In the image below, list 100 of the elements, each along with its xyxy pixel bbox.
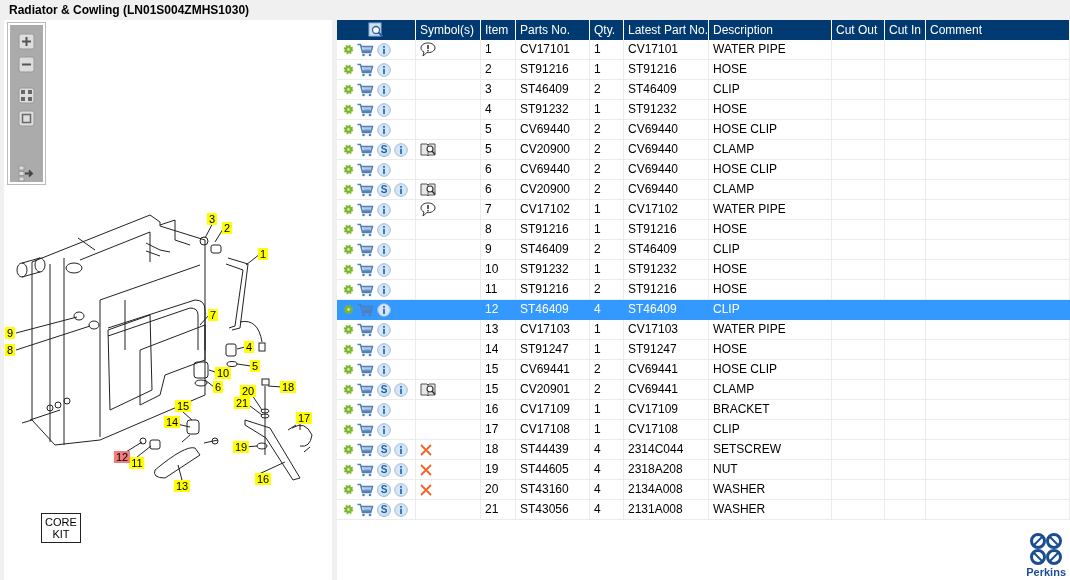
supersession-button[interactable]: S (377, 382, 391, 397)
callout-label[interactable]: 10 (214, 367, 232, 379)
callout-label[interactable]: 20 (239, 385, 257, 397)
gear-icon[interactable] (343, 224, 354, 235)
gear-icon[interactable] (343, 44, 354, 55)
info-icon[interactable] (377, 42, 391, 57)
cart-icon[interactable] (357, 282, 374, 297)
gear-icon[interactable] (343, 424, 354, 435)
table-row[interactable]: 13 CV17103 1 CV17103 WATER PIPE (337, 320, 1070, 340)
table-row[interactable]: 8 ST91216 1 ST91216 HOSE (337, 220, 1070, 240)
info-icon[interactable] (394, 182, 408, 197)
gear-icon[interactable] (343, 64, 354, 75)
callout-label[interactable]: 21 (233, 397, 251, 409)
cart-icon[interactable] (357, 402, 374, 417)
cart-icon[interactable] (357, 122, 374, 137)
cart-icon[interactable] (357, 182, 374, 197)
column-header[interactable]: Item (481, 20, 516, 40)
callout-label[interactable]: 13 (173, 480, 191, 492)
search-icon[interactable] (368, 22, 384, 38)
actual-size-button[interactable] (18, 110, 35, 128)
info-icon[interactable] (377, 342, 391, 357)
cart-icon[interactable] (357, 462, 374, 477)
column-header[interactable]: Parts No. (516, 20, 590, 40)
info-icon[interactable] (377, 322, 391, 337)
info-icon[interactable] (394, 142, 408, 157)
fit-view-button[interactable] (18, 87, 35, 105)
callout-label[interactable]: 9 (4, 327, 16, 339)
cart-icon[interactable] (357, 502, 374, 517)
column-header[interactable]: Cut Out (832, 20, 885, 40)
zoom-out-button[interactable] (18, 56, 35, 73)
cart-icon[interactable] (357, 102, 374, 117)
table-row[interactable]: S 5 CV20900 2 CV69440 CLAMP (337, 140, 1070, 160)
cart-icon[interactable] (357, 82, 374, 97)
info-icon[interactable] (377, 422, 391, 437)
table-row[interactable]: S 19 ST44605 4 2318A208 NUT (337, 460, 1070, 480)
cart-icon[interactable] (357, 62, 374, 77)
callout-label[interactable]: 4 (243, 341, 255, 353)
supersession-button[interactable]: S (377, 442, 391, 457)
cart-icon[interactable] (357, 422, 374, 437)
cart-icon[interactable] (357, 482, 374, 497)
info-icon[interactable] (377, 122, 391, 137)
info-icon[interactable] (394, 462, 408, 477)
gear-icon[interactable] (343, 504, 354, 515)
supersession-button[interactable]: S (377, 182, 391, 197)
callout-label[interactable]: 16 (254, 473, 272, 485)
table-row[interactable]: 1 CV17101 1 CV17101 WATER PIPE (337, 40, 1070, 60)
info-icon[interactable] (377, 302, 391, 317)
info-icon[interactable] (377, 62, 391, 77)
gear-icon[interactable] (343, 104, 354, 115)
table-row[interactable]: 9 ST46409 2 ST46409 CLIP (337, 240, 1070, 260)
table-row[interactable]: 16 CV17109 1 CV17109 BRACKET (337, 400, 1070, 420)
supersession-button[interactable]: S (377, 462, 391, 477)
gear-icon[interactable] (343, 84, 354, 95)
gear-icon[interactable] (343, 484, 354, 495)
cart-icon[interactable] (357, 202, 374, 217)
zoom-in-button[interactable] (18, 33, 35, 50)
table-row[interactable]: S 15 CV20901 2 CV69441 CLAMP (337, 380, 1070, 400)
column-header[interactable]: Qty. (590, 20, 624, 40)
cart-icon[interactable] (357, 162, 374, 177)
column-header[interactable]: Latest Part No. (624, 20, 709, 40)
cart-icon[interactable] (357, 42, 374, 57)
table-row[interactable]: 5 CV69440 2 CV69440 HOSE CLIP (337, 120, 1070, 140)
callout-label[interactable]: 19 (232, 441, 250, 453)
gear-icon[interactable] (343, 464, 354, 475)
supersession-button[interactable]: S (377, 142, 391, 157)
table-row[interactable]: 3 ST46409 2 ST46409 CLIP (337, 80, 1070, 100)
callout-label[interactable]: 18 (279, 381, 297, 393)
callout-label[interactable]: 2 (221, 222, 233, 234)
gear-icon[interactable] (343, 324, 354, 335)
callout-label[interactable]: 11 (129, 457, 145, 469)
gear-icon[interactable] (343, 404, 354, 415)
supersession-button[interactable]: S (377, 482, 391, 497)
table-row[interactable]: 4 ST91232 1 ST91232 HOSE (337, 100, 1070, 120)
gear-icon[interactable] (343, 364, 354, 375)
info-icon[interactable] (377, 222, 391, 237)
gear-icon[interactable] (343, 164, 354, 175)
table-row[interactable]: 6 CV69440 2 CV69440 HOSE CLIP (337, 160, 1070, 180)
info-icon[interactable] (377, 362, 391, 377)
callout-label[interactable]: 6 (212, 381, 224, 393)
callout-label[interactable]: 3 (206, 213, 218, 225)
gear-icon[interactable] (343, 344, 354, 355)
info-icon[interactable] (377, 102, 391, 117)
column-header[interactable]: Cut In (885, 20, 926, 40)
gear-icon[interactable] (343, 264, 354, 275)
info-icon[interactable] (377, 162, 391, 177)
gear-icon[interactable] (343, 184, 354, 195)
export-list-button[interactable] (18, 165, 35, 182)
info-icon[interactable] (394, 442, 408, 457)
gear-icon[interactable] (343, 124, 354, 135)
info-icon[interactable] (377, 282, 391, 297)
table-row[interactable]: 15 CV69441 2 CV69441 HOSE CLIP (337, 360, 1070, 380)
callout-label[interactable]: 17 (295, 412, 313, 424)
table-row[interactable]: 2 ST91216 1 ST91216 HOSE (337, 60, 1070, 80)
cart-icon[interactable] (357, 142, 374, 157)
gear-icon[interactable] (343, 284, 354, 295)
cart-icon[interactable] (357, 222, 374, 237)
info-icon[interactable] (394, 382, 408, 397)
table-row[interactable]: 7 CV17102 1 CV17102 WATER PIPE (337, 200, 1070, 220)
gear-icon[interactable] (343, 444, 354, 455)
cart-icon[interactable] (357, 262, 374, 277)
